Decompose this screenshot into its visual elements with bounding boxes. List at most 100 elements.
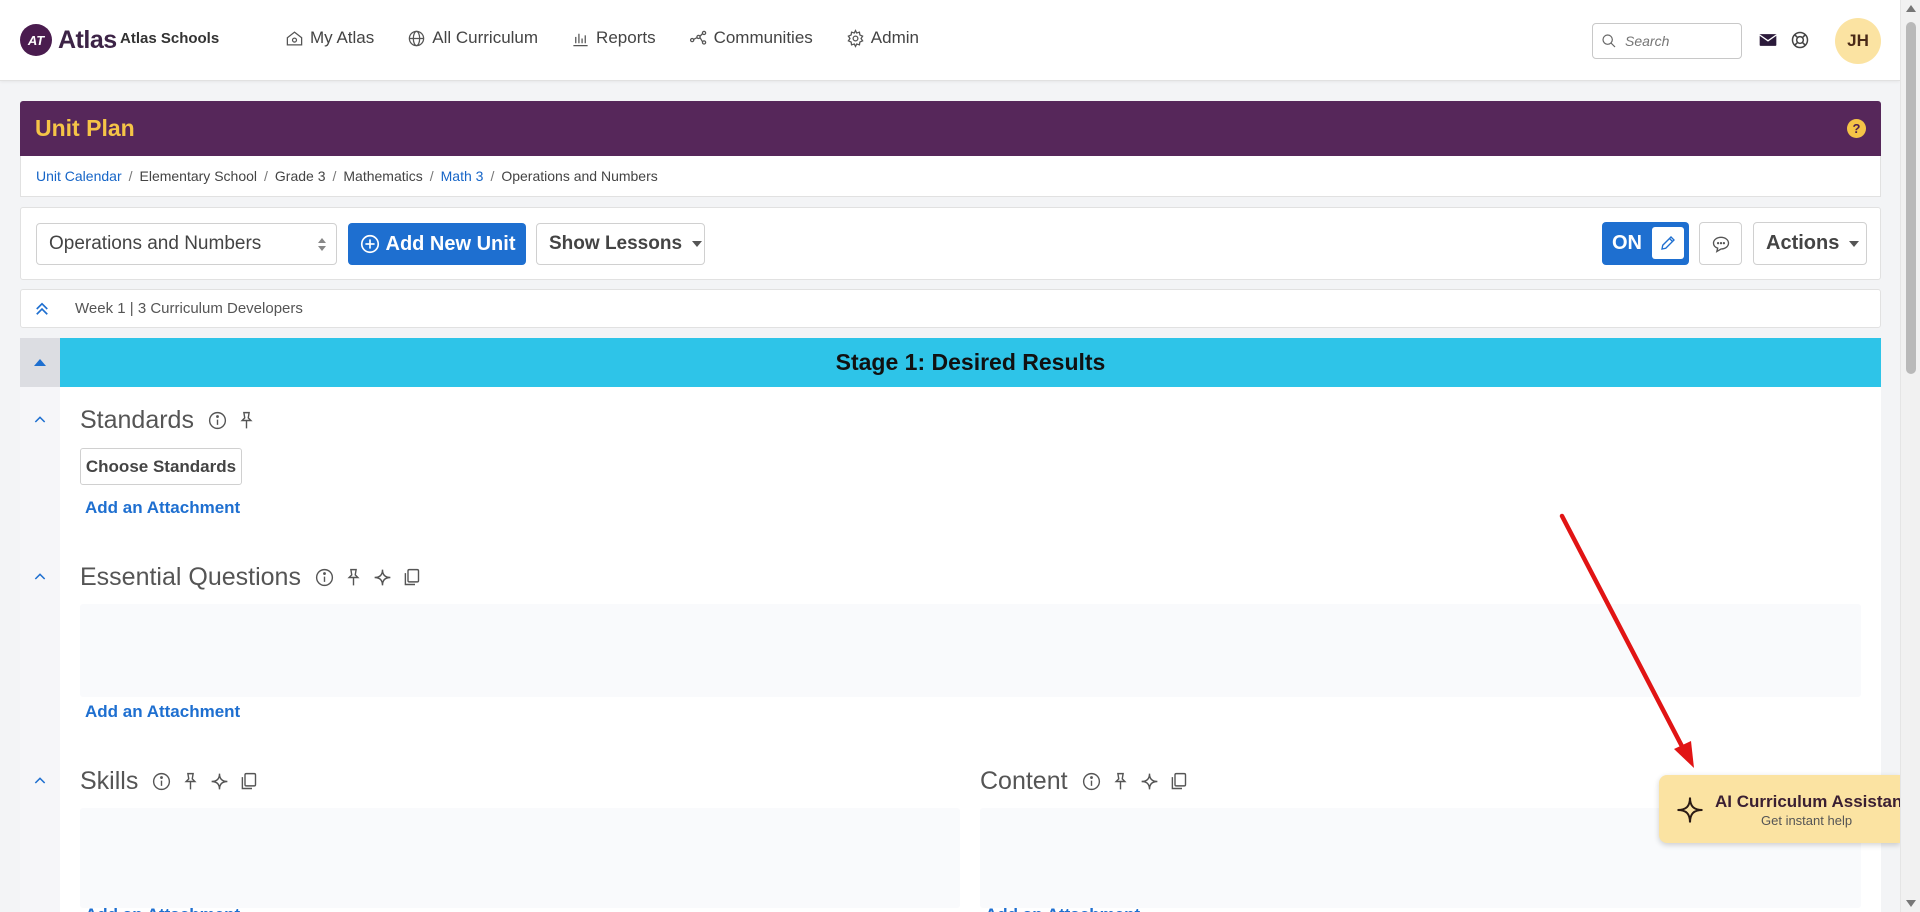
globe-icon	[408, 30, 425, 46]
breadcrumb-unit: Operations and Numbers	[501, 168, 658, 184]
actions-label: Actions	[1766, 232, 1840, 254]
nav-item-reports[interactable]: Reports	[571, 28, 656, 48]
content-section-title: Content	[980, 767, 1189, 796]
comment-icon	[1712, 236, 1729, 253]
top-nav-bar: AT Atlas Atlas Schools My Atlas All Curr…	[0, 0, 1900, 81]
user-avatar[interactable]: JH	[1835, 18, 1881, 64]
atlas-logo[interactable]: AT Atlas	[20, 24, 117, 56]
annotation-arrow	[1559, 513, 1694, 768]
stage-header: Stage 1: Desired Results	[60, 338, 1881, 387]
show-lessons-label: Show Lessons	[549, 233, 683, 254]
unit-select-value: Operations and Numbers	[49, 233, 262, 254]
actions-dropdown[interactable]: Actions	[1753, 222, 1867, 265]
chevron-up-icon[interactable]	[32, 412, 48, 428]
nav-item-label: All Curriculum	[432, 28, 539, 47]
essential-questions-add-attachment-link[interactable]: Add an Attachment	[85, 702, 240, 722]
breadcrumb-separator: /	[128, 168, 133, 184]
search-box[interactable]	[1592, 23, 1742, 59]
info-icon[interactable]	[207, 410, 228, 431]
breadcrumb-course[interactable]: Math 3	[441, 168, 484, 184]
support-icon[interactable]	[1790, 30, 1810, 50]
content-title-text: Content	[980, 767, 1068, 795]
sparkle-icon[interactable]	[209, 771, 230, 792]
skills-textarea[interactable]	[80, 808, 960, 908]
pin-icon[interactable]	[236, 410, 257, 431]
breadcrumb-subject: Mathematics	[343, 168, 423, 184]
search-icon	[1602, 34, 1616, 48]
info-icon[interactable]	[151, 771, 172, 792]
main-nav: My Atlas All Curriculum Reports Communit…	[285, 28, 919, 48]
breadcrumb: Unit Calendar / Elementary School / Grad…	[20, 156, 1881, 197]
scroll-thumb[interactable]	[1906, 22, 1916, 374]
scroll-down-arrow[interactable]	[1906, 900, 1916, 907]
home-icon	[286, 30, 303, 45]
help-icon[interactable]: ?	[1847, 119, 1866, 138]
chevron-up-icon[interactable]	[32, 773, 48, 789]
nav-item-label: Reports	[596, 28, 656, 47]
skills-title-text: Skills	[80, 767, 139, 795]
skills-section-title: Skills	[80, 767, 259, 796]
unit-plan-header: Unit Plan ?	[20, 101, 1881, 156]
double-chevron-up-icon	[36, 302, 48, 315]
nav-item-label: Admin	[870, 28, 919, 47]
atlas-logo-text: Atlas	[58, 25, 117, 54]
pin-icon[interactable]	[1110, 771, 1131, 792]
standards-section-title: Standards	[80, 406, 257, 435]
comments-button[interactable]	[1699, 222, 1742, 265]
page-title: Unit Plan	[35, 115, 135, 141]
ai-assistant-subtitle: Get instant help	[1761, 813, 1853, 828]
ai-assistant-title: AI Curriculum Assistant	[1715, 792, 1909, 811]
add-new-unit-button[interactable]: Add New Unit	[348, 223, 526, 265]
copy-icon[interactable]	[1168, 771, 1189, 792]
standards-add-attachment-link[interactable]: Add an Attachment	[85, 498, 240, 518]
info-icon[interactable]	[314, 567, 335, 588]
pencil-icon	[1652, 227, 1684, 259]
nav-item-communities[interactable]: Communities	[689, 28, 813, 48]
search-input[interactable]	[1625, 33, 1735, 49]
breadcrumb-school: Elementary School	[139, 168, 258, 184]
caret-down-icon	[1849, 240, 1860, 247]
breadcrumb-separator: /	[429, 168, 434, 184]
nav-item-all-curriculum[interactable]: All Curriculum	[407, 28, 538, 48]
nav-item-my-atlas[interactable]: My Atlas	[285, 28, 374, 48]
week-info-text: Week 1 | 3 Curriculum Developers	[75, 300, 303, 317]
info-icon[interactable]	[1081, 771, 1102, 792]
copy-icon[interactable]	[238, 771, 259, 792]
sparkle-icon[interactable]	[372, 567, 393, 588]
nav-item-label: Communities	[713, 28, 813, 47]
essential-questions-section-title: Essential Questions	[80, 563, 422, 592]
atlas-logo-mark: AT	[20, 24, 52, 56]
mail-icon[interactable]	[1758, 30, 1778, 50]
nav-item-admin[interactable]: Admin	[846, 28, 919, 48]
show-lessons-dropdown[interactable]: Show Lessons	[536, 223, 705, 265]
chevron-up-icon[interactable]	[32, 569, 48, 585]
school-name: Atlas Schools	[120, 30, 220, 47]
breadcrumb-separator: /	[332, 168, 337, 184]
pin-icon[interactable]	[180, 771, 201, 792]
skills-add-attachment-link[interactable]: Add an Attachment	[85, 905, 240, 912]
scroll-up-arrow[interactable]	[1906, 5, 1916, 12]
bar-chart-icon	[573, 33, 588, 46]
breadcrumb-unit-calendar[interactable]: Unit Calendar	[36, 168, 122, 184]
essential-questions-title-text: Essential Questions	[80, 563, 301, 591]
choose-standards-button[interactable]: Choose Standards	[80, 448, 242, 485]
left-rail	[20, 387, 60, 912]
breadcrumb-separator: /	[264, 168, 268, 184]
edit-mode-toggle[interactable]: ON	[1602, 222, 1689, 265]
standards-title-text: Standards	[80, 406, 194, 434]
page-scrollbar[interactable]	[1900, 0, 1920, 912]
copy-icon[interactable]	[401, 567, 422, 588]
sparkle-icon[interactable]	[1139, 771, 1160, 792]
plus-circle-icon	[360, 234, 379, 254]
unit-toolbar: Operations and Numbers Add New Unit Show…	[20, 207, 1881, 280]
collapse-all-button[interactable]	[21, 300, 63, 318]
add-new-unit-label: Add New Unit	[385, 232, 516, 255]
stage-collapse-button[interactable]	[20, 338, 60, 387]
content-add-attachment-link[interactable]: Add an Attachment	[985, 905, 1140, 912]
pin-icon[interactable]	[343, 567, 364, 588]
breadcrumb-grade: Grade 3	[274, 168, 326, 184]
week-info-bar: Week 1 | 3 Curriculum Developers	[20, 289, 1881, 328]
gear-icon	[847, 28, 864, 48]
unit-select[interactable]: Operations and Numbers	[36, 223, 337, 265]
ai-curriculum-assistant-button[interactable]: AI Curriculum Assistant Get instant help	[1659, 775, 1908, 843]
